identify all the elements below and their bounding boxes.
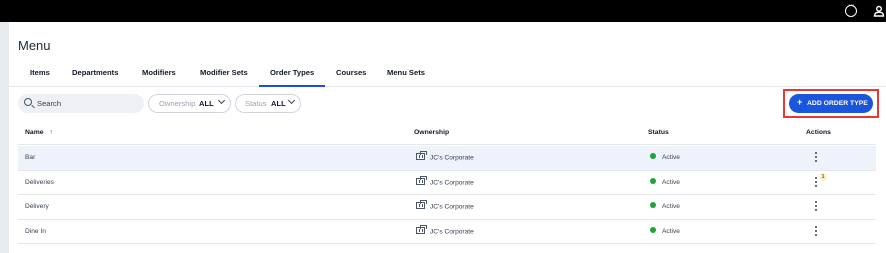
- status-filter-value: ALL: [271, 99, 286, 108]
- more-actions-icon[interactable]: [813, 225, 819, 238]
- tab-modifiers[interactable]: Modifiers: [142, 68, 176, 77]
- status-dot-icon: [650, 202, 656, 209]
- table-row[interactable]: Dine In JC's Corporate Active: [18, 219, 876, 244]
- table-row[interactable]: Deliveries JC's Corporate Active 1: [18, 170, 876, 195]
- table-row[interactable]: Bar JC's Corporate Active: [18, 146, 876, 171]
- ownership-filter-label: Ownership: [159, 99, 196, 108]
- search-input[interactable]: Search: [18, 94, 144, 113]
- notification-badge: 1: [819, 172, 827, 181]
- column-header-ownership[interactable]: Ownership: [414, 129, 449, 136]
- row-ownership: JC's Corporate: [416, 151, 474, 161]
- row-status: Active: [650, 153, 680, 161]
- tab-items[interactable]: Items: [30, 68, 50, 77]
- chevron-down-icon: [287, 96, 296, 105]
- more-actions-icon[interactable]: [813, 176, 819, 189]
- more-actions-icon[interactable]: [813, 201, 819, 213]
- row-ownership: JC's Corporate: [416, 200, 474, 210]
- status-dot-icon: [650, 226, 656, 233]
- tab-bar: Items Departments Modifiers Modifier Set…: [9, 60, 886, 87]
- page-title: Menu: [18, 38, 51, 53]
- add-order-type-button[interactable]: + ADD ORDER TYPE: [789, 94, 873, 113]
- tab-courses[interactable]: Courses: [336, 68, 366, 77]
- tab-departments[interactable]: Departments: [72, 68, 118, 77]
- user-icon[interactable]: [872, 4, 886, 18]
- status-dot-icon: [650, 153, 656, 160]
- row-status: Active: [650, 177, 680, 186]
- column-header-name[interactable]: Name ↑: [25, 129, 53, 136]
- status-dot-icon: [650, 177, 656, 184]
- row-status: Active: [650, 202, 680, 210]
- add-button-highlight: + ADD ORDER TYPE: [783, 89, 879, 118]
- row-name: Deliveries: [25, 178, 54, 186]
- more-actions-icon[interactable]: [813, 152, 819, 164]
- row-name: Dine In: [25, 227, 46, 235]
- left-sidebar-edge: [0, 0, 9, 253]
- row-status: Active: [650, 226, 680, 235]
- table-header: Name ↑ Ownership Status Actions: [18, 121, 876, 145]
- tab-modifier-sets[interactable]: Modifier Sets: [200, 68, 248, 77]
- column-header-status[interactable]: Status: [648, 129, 669, 136]
- add-order-type-label: ADD ORDER TYPE: [807, 100, 868, 107]
- sort-arrow-icon: ↑: [49, 129, 53, 136]
- ownership-filter-value: ALL: [199, 99, 214, 108]
- search-icon: [24, 98, 32, 106]
- chat-bubble-icon[interactable]: [844, 1, 858, 18]
- building-icon: [416, 200, 427, 209]
- search-placeholder: Search: [37, 99, 62, 108]
- row-name: Bar: [25, 154, 36, 161]
- building-icon: [416, 224, 427, 234]
- table-row[interactable]: Delivery JC's Corporate Active: [18, 195, 876, 220]
- status-filter-label: Status: [245, 99, 267, 108]
- row-ownership: JC's Corporate: [416, 224, 474, 235]
- tab-menu-sets[interactable]: Menu Sets: [387, 68, 425, 77]
- building-icon: [416, 151, 427, 160]
- ownership-filter[interactable]: Ownership ALL: [148, 94, 231, 113]
- row-ownership: JC's Corporate: [416, 175, 474, 186]
- column-header-actions: Actions: [806, 129, 831, 136]
- plus-icon: +: [797, 97, 803, 107]
- top-bar: [9, 0, 886, 22]
- chevron-down-icon: [217, 96, 226, 105]
- tab-order-types[interactable]: Order Types: [258, 68, 326, 87]
- status-filter[interactable]: Status ALL: [235, 94, 301, 113]
- building-icon: [416, 175, 427, 185]
- row-name: Delivery: [25, 203, 49, 210]
